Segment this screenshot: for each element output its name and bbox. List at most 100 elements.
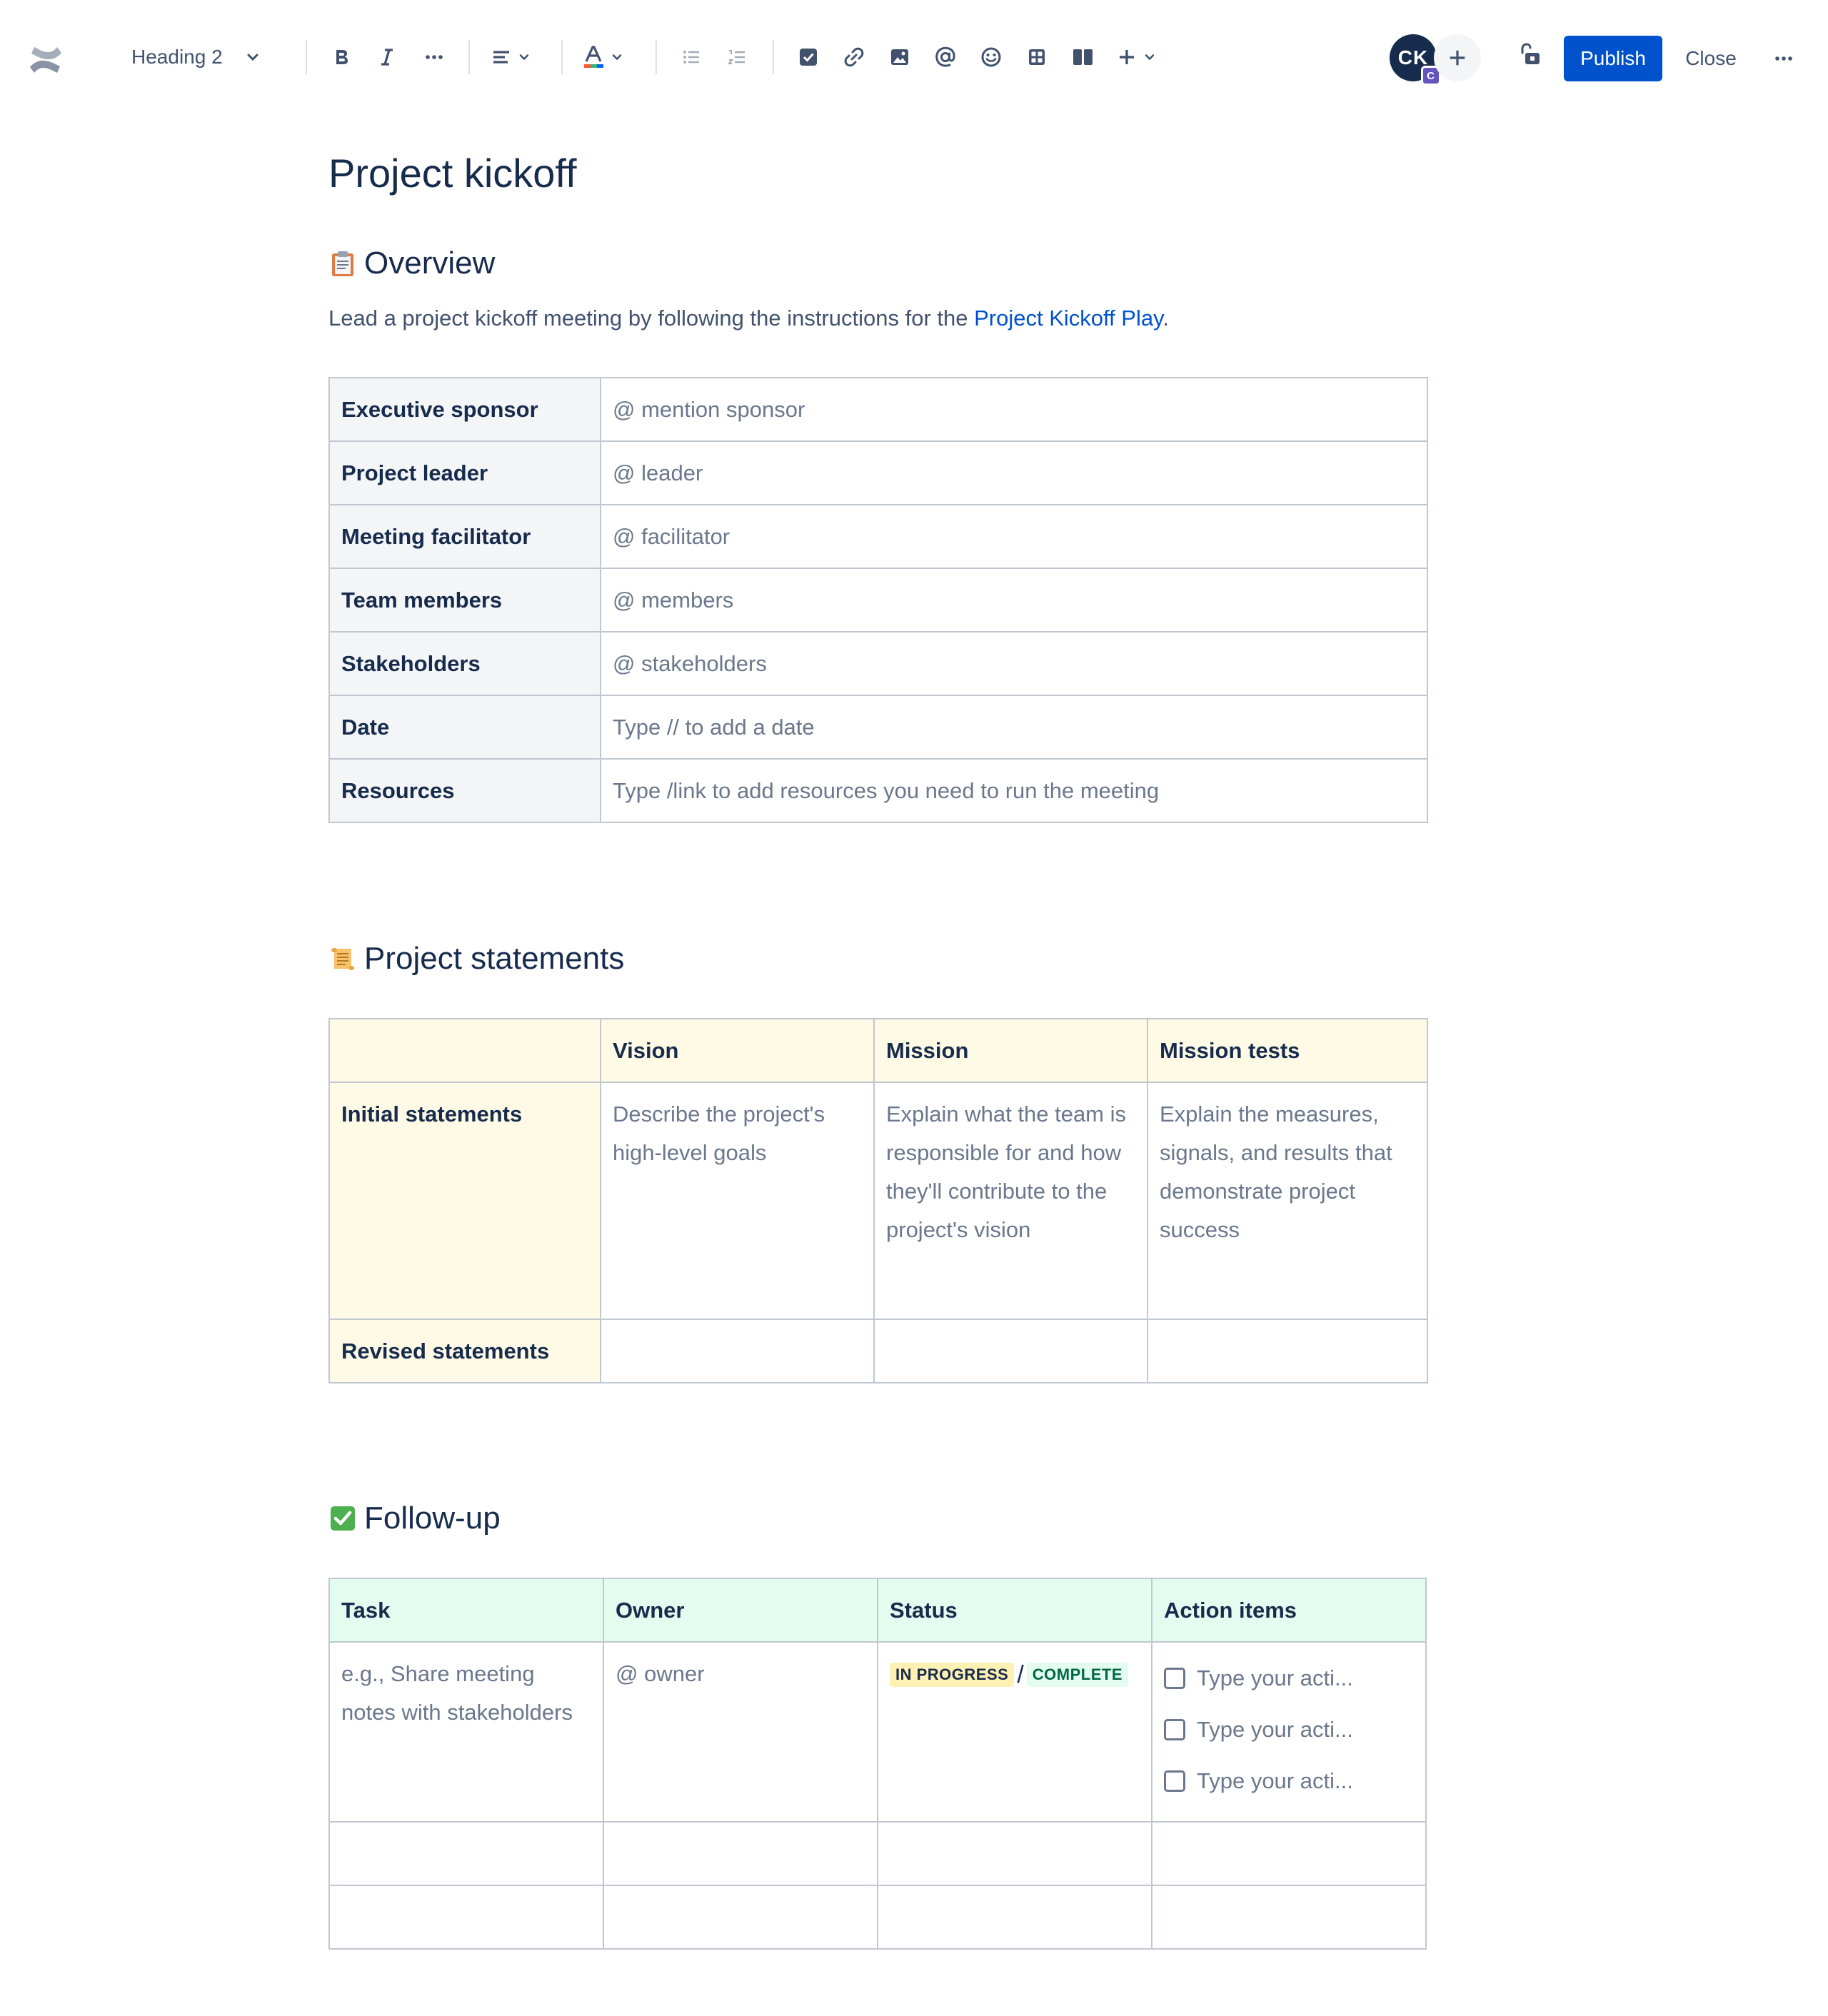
avatar[interactable]: CK C: [1390, 34, 1441, 86]
row-value-project-leader[interactable]: @ leader: [600, 440, 1428, 505]
action-item[interactable]: Type your acti...: [1164, 1653, 1414, 1704]
empty-cell[interactable]: [328, 1821, 604, 1886]
more-formatting-icon[interactable]: [416, 39, 453, 76]
action-item-checkbox[interactable]: [1164, 1719, 1185, 1740]
empty-cell[interactable]: [1151, 1821, 1427, 1886]
row-value-executive-sponsor[interactable]: @ mention sponsor: [600, 377, 1428, 442]
table-row: e.g., Share meeting notes with stakehold…: [328, 1641, 1427, 1823]
italic-icon[interactable]: [368, 39, 406, 76]
mission-initial-cell[interactable]: Explain what the team is responsible for…: [873, 1082, 1148, 1320]
row-value-date[interactable]: Type // to add a date: [600, 695, 1428, 760]
chevron-down-icon: [612, 54, 622, 61]
action-item-checkbox[interactable]: [1164, 1668, 1185, 1689]
action-item-text[interactable]: Type your acti...: [1197, 1710, 1353, 1749]
table-row: Meeting facilitator @ facilitator: [328, 504, 1428, 569]
table-icon[interactable]: [1018, 39, 1055, 76]
scroll-icon: [331, 948, 354, 970]
column-header-task[interactable]: Task: [328, 1578, 604, 1643]
close-button[interactable]: Close: [1674, 36, 1748, 81]
project-kickoff-play-link[interactable]: Project Kickoff Play: [974, 306, 1162, 331]
row-label-team-members[interactable]: Team members: [328, 568, 601, 632]
invite-button[interactable]: [1434, 34, 1481, 81]
owner-cell[interactable]: @ owner: [603, 1641, 878, 1823]
row-label-executive-sponsor[interactable]: Executive sponsor: [328, 377, 601, 442]
toolbar-divider: [306, 40, 307, 74]
intro-text: Lead a project kickoff meeting by follow…: [328, 306, 975, 331]
status-cell[interactable]: IN PROGRESS / COMPLETE: [877, 1641, 1152, 1823]
column-header-status[interactable]: Status: [877, 1578, 1152, 1643]
empty-cell[interactable]: [603, 1821, 878, 1886]
action-item[interactable]: Type your acti...: [1164, 1704, 1414, 1755]
more-options-icon[interactable]: [1764, 39, 1804, 79]
table-row: Date Type // to add a date: [328, 695, 1428, 760]
column-header-action-items[interactable]: Action items: [1151, 1578, 1427, 1643]
text-color-dropdown[interactable]: [581, 39, 624, 76]
toolbar-divider: [468, 40, 470, 74]
confluence-logo-icon[interactable]: [26, 40, 66, 80]
link-icon[interactable]: [835, 39, 873, 76]
row-label-resources[interactable]: Resources: [328, 758, 601, 823]
empty-cell[interactable]: [1151, 1885, 1427, 1950]
align-left-icon: [493, 51, 509, 64]
column-header-mission-tests[interactable]: Mission tests: [1147, 1018, 1428, 1083]
status-badge-complete[interactable]: COMPLETE: [1026, 1662, 1128, 1687]
empty-cell[interactable]: [877, 1821, 1152, 1886]
project-statements-heading[interactable]: Project statements: [328, 941, 624, 977]
row-label-meeting-facilitator[interactable]: Meeting facilitator: [328, 504, 601, 569]
vision-initial-cell[interactable]: Describe the project's high-level goals: [600, 1082, 875, 1320]
mission-revised-cell[interactable]: [873, 1319, 1148, 1384]
empty-cell[interactable]: [877, 1885, 1152, 1950]
alignment-dropdown[interactable]: [490, 39, 531, 76]
statements-header-row: Vision Mission Mission tests: [328, 1018, 1428, 1083]
mission-tests-initial-cell[interactable]: Explain the measures, signals, and resul…: [1147, 1082, 1428, 1320]
statements-corner-cell[interactable]: [328, 1018, 601, 1083]
row-label-date[interactable]: Date: [328, 695, 601, 760]
table-row: Project leader @ leader: [328, 440, 1428, 505]
page-title[interactable]: Project kickoff: [328, 150, 577, 196]
action-item[interactable]: Type your acti...: [1164, 1755, 1414, 1807]
action-item-text[interactable]: Type your acti...: [1197, 1762, 1353, 1800]
toolbar-divider: [773, 40, 774, 74]
action-item-icon[interactable]: [790, 39, 827, 76]
row-value-stakeholders[interactable]: @ stakeholders: [600, 631, 1428, 696]
action-item-checkbox[interactable]: [1164, 1770, 1185, 1792]
toolbar-divider: [561, 40, 563, 74]
toolbar-divider: [656, 40, 657, 74]
row-header-initial-statements[interactable]: Initial statements: [328, 1082, 601, 1320]
emoji-icon[interactable]: [973, 39, 1010, 76]
follow-up-heading[interactable]: Follow-up: [328, 1501, 501, 1536]
column-header-owner[interactable]: Owner: [603, 1578, 878, 1643]
insert-dropdown[interactable]: [1115, 39, 1157, 76]
project-statements-table: Vision Mission Mission tests Initial sta…: [328, 1018, 1428, 1384]
text-style-dropdown[interactable]: Heading 2: [120, 37, 273, 77]
image-icon[interactable]: [881, 39, 918, 76]
follow-up-heading-text: Follow-up: [364, 1501, 501, 1536]
status-badge-in-progress[interactable]: IN PROGRESS: [890, 1662, 1015, 1687]
vision-revised-cell[interactable]: [600, 1319, 875, 1384]
overview-heading[interactable]: Overview: [328, 246, 495, 281]
task-cell[interactable]: e.g., Share meeting notes with stakehold…: [328, 1641, 604, 1823]
column-header-vision[interactable]: Vision: [600, 1018, 875, 1083]
layouts-icon[interactable]: [1064, 39, 1101, 76]
intro-suffix: .: [1162, 306, 1169, 331]
row-label-stakeholders[interactable]: Stakeholders: [328, 631, 601, 696]
row-value-meeting-facilitator[interactable]: @ facilitator: [600, 504, 1428, 569]
mission-tests-revised-cell[interactable]: [1147, 1319, 1428, 1384]
publish-button[interactable]: Publish: [1564, 36, 1662, 81]
row-value-resources[interactable]: Type /link to add resources you need to …: [600, 758, 1428, 823]
bullet-list-icon[interactable]: [673, 39, 710, 76]
row-value-team-members[interactable]: @ members: [600, 568, 1428, 632]
action-item-text[interactable]: Type your acti...: [1197, 1659, 1353, 1698]
overview-intro[interactable]: Lead a project kickoff meeting by follow…: [328, 306, 1169, 331]
row-header-revised-statements[interactable]: Revised statements: [328, 1319, 601, 1384]
numbered-list-icon[interactable]: [718, 39, 755, 76]
table-row: [328, 1821, 1427, 1886]
mention-icon[interactable]: [927, 39, 964, 76]
restrictions-unlock-icon[interactable]: [1510, 36, 1550, 76]
empty-cell[interactable]: [603, 1885, 878, 1950]
follow-up-header-row: Task Owner Status Action items: [328, 1578, 1427, 1643]
row-label-project-leader[interactable]: Project leader: [328, 440, 601, 505]
bold-icon[interactable]: [323, 39, 360, 76]
empty-cell[interactable]: [328, 1885, 604, 1950]
column-header-mission[interactable]: Mission: [873, 1018, 1148, 1083]
